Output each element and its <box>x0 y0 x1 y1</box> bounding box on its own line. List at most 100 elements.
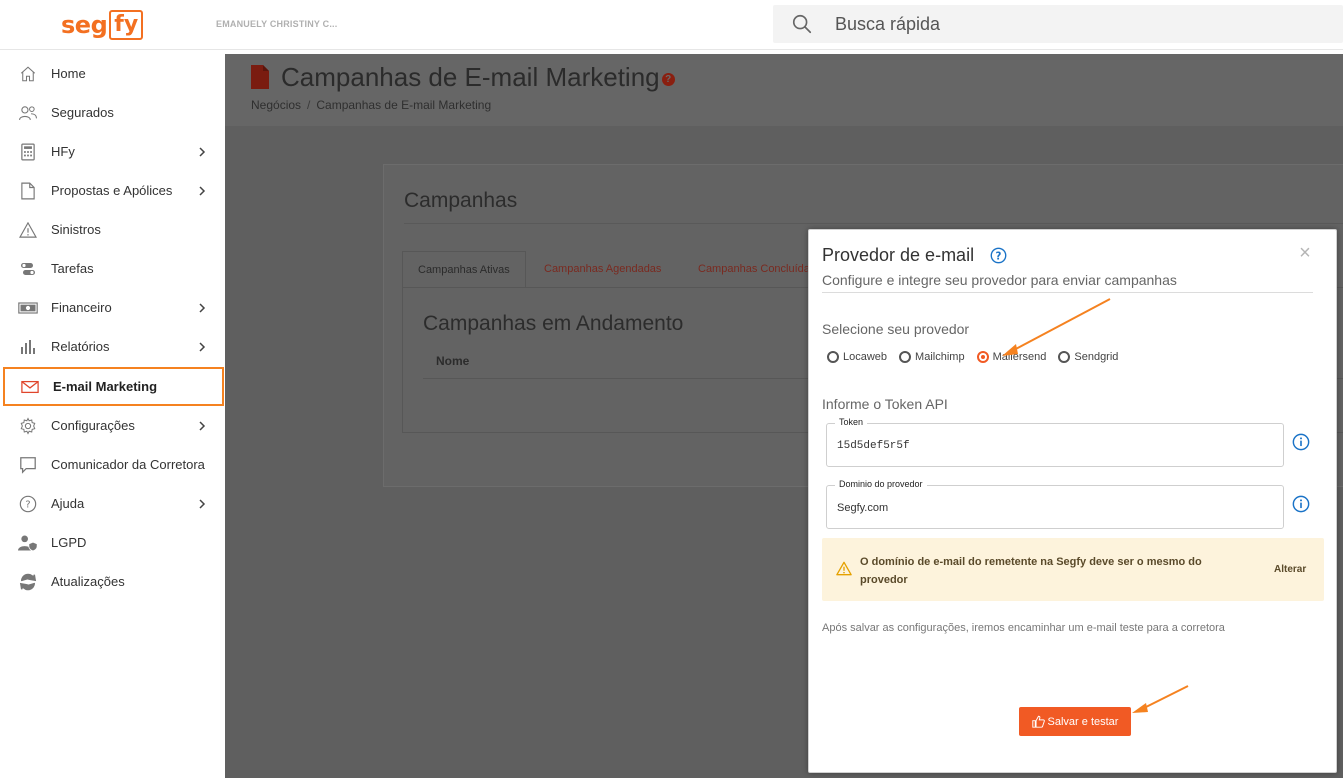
sidebar-item-lgpd[interactable]: LGPD <box>0 523 225 562</box>
sidebar-item-relatorios[interactable]: Relatórios <box>0 327 225 366</box>
sidebar-item-propostas[interactable]: Propostas e Apólices <box>0 171 225 210</box>
sidebar-item-atualizacoes[interactable]: Atualizações <box>0 562 225 601</box>
bar-chart-icon <box>18 337 38 357</box>
page-title: Campanhas de E-mail Marketing? <box>281 62 675 93</box>
toggle-icon <box>18 259 38 279</box>
help-icon[interactable]: ? <box>990 247 1007 264</box>
save-and-test-button[interactable]: Salvar e testar <box>1019 707 1131 736</box>
users-icon <box>18 103 38 123</box>
card-title: Campanhas <box>404 189 518 212</box>
sidebar-item-financeiro[interactable]: Financeiro <box>0 288 225 327</box>
sidebar-item-comunicador[interactable]: Comunicador da Corretora <box>0 445 225 484</box>
radio-sendgrid[interactable]: Sendgrid <box>1058 351 1118 363</box>
domain-warning-alert: O domínio de e-mail do remetente na Segf… <box>822 538 1324 601</box>
user-shield-icon <box>18 533 38 553</box>
provider-section-label: Selecione seu provedor <box>822 321 970 337</box>
token-section-label: Informe o Token API <box>822 396 948 412</box>
domain-field[interactable]: Dominio do provedor <box>826 479 1284 529</box>
search-icon <box>792 14 812 34</box>
radio-mailchimp[interactable]: Mailchimp <box>899 351 965 363</box>
radio-circle[interactable] <box>1058 351 1071 363</box>
modal-subtitle: Configure e integre seu provedor para en… <box>822 272 1177 288</box>
calculator-icon <box>18 142 38 162</box>
radio-mailersend[interactable]: Mailersend <box>976 351 1046 363</box>
sidebar-item-home[interactable]: Home <box>0 54 225 93</box>
help-icon[interactable]: ? <box>661 72 675 86</box>
token-field[interactable]: Token <box>826 417 1284 467</box>
token-label: Token <box>835 417 868 427</box>
warning-icon <box>836 561 852 576</box>
svg-text:?: ? <box>25 499 30 510</box>
sidebar-item-sinistros[interactable]: Sinistros <box>0 210 225 249</box>
info-icon[interactable] <box>1292 495 1310 513</box>
radio-circle[interactable] <box>899 351 912 363</box>
document-icon <box>18 181 38 201</box>
sidebar-item-label: Financeiro <box>51 300 112 315</box>
sidebar-item-label: Configurações <box>51 418 135 433</box>
chevron-right-icon <box>199 341 206 352</box>
chat-icon <box>18 455 38 475</box>
info-icon[interactable] <box>1292 433 1310 451</box>
domain-input[interactable] <box>837 500 1267 516</box>
token-input[interactable] <box>837 438 1267 454</box>
refresh-icon <box>18 572 38 592</box>
envelope-icon <box>20 377 40 397</box>
tab-campanhas-agendadas[interactable]: Campanhas Agendadas <box>529 251 676 287</box>
money-icon <box>18 298 38 318</box>
tab-campanhas-ativas[interactable]: Campanhas Ativas <box>402 251 526 287</box>
divider <box>822 292 1313 293</box>
breadcrumb-separator: / <box>307 98 311 112</box>
user-name[interactable]: EMANUELY CHRISTINY C... <box>216 19 337 29</box>
email-provider-modal: Provedor de e-mail ? × Configure e integ… <box>808 229 1337 773</box>
segfy-logo[interactable]: seg fy <box>61 9 144 41</box>
warning-icon <box>18 220 38 240</box>
sidebar-item-email-marketing[interactable]: E-mail Marketing <box>3 367 224 406</box>
divider <box>404 223 1343 224</box>
chevron-right-icon <box>199 185 206 196</box>
close-button[interactable]: × <box>1296 243 1314 263</box>
help-circle-icon: ? <box>18 494 38 514</box>
logo-seg: seg <box>61 11 108 39</box>
provider-radio-group: Locaweb Mailchimp Mailersend Sendgrid <box>827 351 1130 363</box>
radio-circle[interactable] <box>827 351 839 363</box>
chevron-right-icon <box>199 498 206 509</box>
thumbs-up-icon <box>1031 715 1045 728</box>
home-icon <box>18 64 38 84</box>
sidebar: Home Segurados HFy Propostas e Apólices … <box>0 54 225 778</box>
quick-search[interactable] <box>773 5 1343 43</box>
document-fill-icon <box>251 65 269 89</box>
radio-locaweb[interactable]: Locaweb <box>827 351 887 363</box>
breadcrumb: Negócios / Campanhas de E-mail Marketing <box>251 98 491 112</box>
sidebar-item-label: Relatórios <box>51 339 110 354</box>
alterar-link[interactable]: Alterar <box>1274 564 1306 575</box>
domain-label: Dominio do provedor <box>835 479 927 489</box>
alert-message: O domínio de e-mail do remetente na Segf… <box>860 556 1202 586</box>
gear-icon <box>18 416 38 436</box>
sidebar-item-tarefas[interactable]: Tarefas <box>0 249 225 288</box>
radio-circle-selected[interactable] <box>976 351 989 363</box>
svg-text:?: ? <box>996 251 1002 262</box>
save-button-label: Salvar e testar <box>1047 715 1119 728</box>
sidebar-item-label: Tarefas <box>51 261 94 276</box>
section-title: Campanhas em Andamento <box>423 312 684 335</box>
sidebar-item-label: Sinistros <box>51 222 101 237</box>
sidebar-item-label: LGPD <box>51 535 87 550</box>
breadcrumb-negocios[interactable]: Negócios <box>251 98 301 112</box>
sidebar-item-label: HFy <box>51 144 75 159</box>
sidebar-item-ajuda[interactable]: ? Ajuda <box>0 484 225 523</box>
search-input[interactable] <box>835 11 1315 37</box>
sidebar-item-label: Propostas e Apólices <box>51 183 173 198</box>
sidebar-item-label: E-mail Marketing <box>53 379 158 394</box>
chevron-right-icon <box>199 146 206 157</box>
chevron-right-icon <box>199 420 206 431</box>
sidebar-item-label: Atualizações <box>51 574 125 589</box>
top-bar: seg fy EMANUELY CHRISTINY C... <box>0 0 1343 50</box>
sidebar-item-hfy[interactable]: HFy <box>0 132 225 171</box>
sidebar-item-label: Ajuda <box>51 496 85 511</box>
sidebar-item-configuracoes[interactable]: Configurações <box>0 406 225 445</box>
sidebar-item-label: Segurados <box>51 105 114 120</box>
sidebar-item-segurados[interactable]: Segurados <box>0 93 225 132</box>
column-header-nome[interactable]: Nome <box>436 354 469 368</box>
logo-fy: fy <box>109 10 144 40</box>
page-header: Campanhas de E-mail Marketing? Negócios /… <box>225 54 1343 126</box>
